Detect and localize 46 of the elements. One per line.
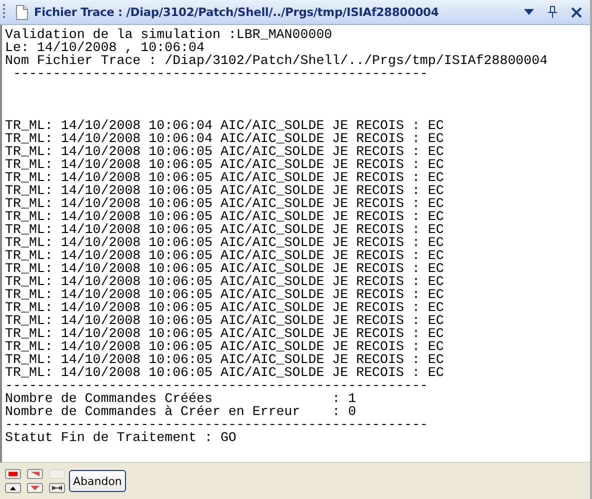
abandon-button[interactable]: Abandon (69, 470, 126, 492)
full-bar-button[interactable] (5, 469, 21, 479)
up-arrow-icon (7, 485, 19, 491)
trace-line: TR_ML: 14/10/2008 10:06:05 AIC/AIC_SOLDE JE RECOIS : EC (5, 262, 444, 275)
trace-line: Nombre de Commandes à Créer en Erreur : 0 (5, 405, 356, 418)
dropdown-icon[interactable] (524, 9, 534, 15)
window-title: Fichier Trace : /Diap/3102/Patch/Shell/../Prgs/tmp/ISIAf28800004 (34, 5, 440, 19)
trace-line: TR_ML: 14/10/2008 10:06:05 AIC/AIC_SOLDE JE RECOIS : EC (5, 210, 444, 223)
bar-button[interactable] (27, 469, 43, 479)
document-icon (16, 4, 28, 20)
trace-line: TR_ML: 14/10/2008 10:06:05 AIC/AIC_SOLDE JE RECOIS : EC (5, 327, 444, 340)
trace-line: TR_ML: 14/10/2008 10:06:05 AIC/AIC_SOLDE JE RECOIS : EC (5, 275, 444, 288)
trace-line: Le: 14/10/2008 , 10:06:04 (5, 41, 204, 54)
bar-icon (7, 471, 19, 477)
trace-line: TR_ML: 14/10/2008 10:06:05 AIC/AIC_SOLDE JE RECOIS : EC (5, 249, 444, 262)
trace-line: Nombre de Commandes Créées : 1 (5, 392, 356, 405)
trace-line: Nom Fichier Trace : /Diap/3102/Patch/Shell/../Prgs/tmp/ISIAf28800004 (5, 54, 548, 67)
trace-line: TR_ML: 14/10/2008 10:06:05 AIC/AIC_SOLDE JE RECOIS : EC (5, 184, 444, 197)
trace-line: TR_ML: 14/10/2008 10:06:05 AIC/AIC_SOLDE JE RECOIS : EC (5, 145, 444, 158)
trace-line: Validation de la simulation :LBR_MAN00000 (5, 28, 332, 41)
bar-icon (29, 471, 41, 477)
trace-line: TR_ML: 14/10/2008 10:06:05 AIC/AIC_SOLDE JE RECOIS : EC (5, 158, 444, 171)
trace-line: TR_ML: 14/10/2008 10:06:05 AIC/AIC_SOLDE JE RECOIS : EC (5, 353, 444, 366)
trace-line: TR_ML: 14/10/2008 10:06:05 AIC/AIC_SOLDE JE RECOIS : EC (5, 223, 444, 236)
trace-line: TR_ML: 14/10/2008 10:06:05 AIC/AIC_SOLDE JE RECOIS : EC (5, 366, 444, 379)
pin-icon[interactable] (548, 6, 557, 18)
trace-line: TR_ML: 14/10/2008 10:06:05 AIC/AIC_SOLDE JE RECOIS : EC (5, 197, 444, 210)
trace-line: TR_ML: 14/10/2008 10:06:05 AIC/AIC_SOLDE JE RECOIS : EC (5, 340, 444, 353)
trace-line: TR_ML: 14/10/2008 10:06:05 AIC/AIC_SOLDE JE RECOIS : EC (5, 171, 444, 184)
trace-line: TR_ML: 14/10/2008 10:06:05 AIC/AIC_SOLDE JE RECOIS : EC (5, 288, 444, 301)
trace-line: TR_ML: 14/10/2008 10:06:05 AIC/AIC_SOLDE JE RECOIS : EC (5, 314, 444, 327)
trace-line: TR_ML: 14/10/2008 10:06:04 AIC/AIC_SOLDE JE RECOIS : EC (5, 119, 444, 132)
down-arrow-icon (29, 485, 41, 491)
close-icon[interactable] (571, 6, 582, 18)
down-button[interactable] (27, 483, 43, 493)
trace-line: TR_ML: 14/10/2008 10:06:05 AIC/AIC_SOLDE JE RECOIS : EC (5, 236, 444, 249)
fit-icon (51, 485, 63, 491)
trace-line: ----------------------------------------------------- (5, 418, 428, 431)
trace-line: TR_ML: 14/10/2008 10:06:05 AIC/AIC_SOLDE JE RECOIS : EC (5, 301, 444, 314)
fit-button[interactable] (49, 483, 65, 493)
grip-icon (3, 4, 6, 20)
trace-line: ----------------------------------------------------- (5, 379, 428, 392)
up-button[interactable] (5, 483, 21, 493)
trace-line: ---------------------------------------------------- (12, 67, 428, 80)
trace-line: TR_ML: 14/10/2008 10:06:04 AIC/AIC_SOLDE JE RECOIS : EC (5, 132, 444, 145)
trace-line: Statut Fin de Traitement : GO (5, 431, 236, 444)
